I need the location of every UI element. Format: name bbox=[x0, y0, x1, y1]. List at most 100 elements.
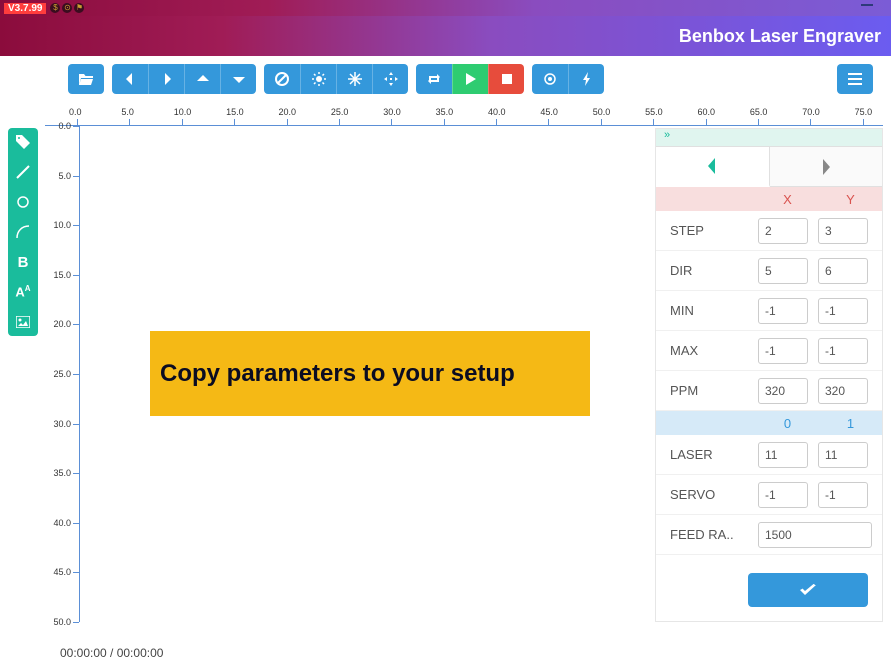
param-label: LASER bbox=[670, 447, 758, 462]
param-y-input[interactable] bbox=[818, 298, 868, 324]
xy-header: X Y bbox=[656, 187, 882, 211]
feed-rate-input[interactable] bbox=[758, 522, 872, 548]
chevron-right-icon bbox=[162, 73, 172, 85]
lightning-icon bbox=[582, 72, 592, 86]
line-tool[interactable] bbox=[16, 164, 30, 180]
ruler-h-tick: 10.0 bbox=[182, 119, 183, 125]
target-button[interactable] bbox=[532, 64, 568, 94]
panel-collapse-bar[interactable]: » bbox=[656, 129, 882, 147]
arc-tool[interactable] bbox=[16, 224, 30, 240]
chevron-up-icon bbox=[197, 74, 209, 84]
tag-tool[interactable] bbox=[16, 134, 30, 150]
ban-icon bbox=[275, 72, 289, 86]
ruler-h-tick: 60.0 bbox=[706, 119, 707, 125]
annotation-text: Copy parameters to your setup bbox=[160, 360, 515, 388]
sun-icon bbox=[312, 72, 326, 86]
col-x-label: X bbox=[756, 192, 819, 207]
ruler-h-tick: 75.0 bbox=[863, 119, 864, 125]
param-x-input[interactable] bbox=[758, 338, 808, 364]
open-button[interactable] bbox=[68, 64, 104, 94]
circle-icon bbox=[16, 195, 30, 209]
param-row: SERVO bbox=[656, 475, 882, 515]
col-0-label: 0 bbox=[756, 416, 819, 431]
titlebar-indicators: $⊙⚑ bbox=[50, 3, 84, 13]
param-label: DIR bbox=[670, 263, 758, 278]
snow-button[interactable] bbox=[336, 64, 372, 94]
file-group bbox=[68, 64, 104, 94]
chevron-down-icon bbox=[233, 74, 245, 84]
tag-icon bbox=[16, 135, 30, 149]
main-toolbar bbox=[0, 56, 891, 102]
target-icon bbox=[543, 72, 557, 86]
ruler-horizontal: 0.05.010.015.020.025.030.035.040.045.050… bbox=[45, 102, 883, 126]
snowflake-icon bbox=[348, 72, 362, 86]
ruler-v-tick: 50.0 bbox=[73, 622, 79, 623]
sun-button[interactable] bbox=[300, 64, 336, 94]
jog-right-button[interactable] bbox=[148, 64, 184, 94]
text-tool[interactable]: AA bbox=[15, 284, 30, 300]
lightning-button[interactable] bbox=[568, 64, 604, 94]
parameters-panel: » X Y STEPDIRMINMAXPPM 0 1 LASERSERVO FE… bbox=[655, 128, 883, 622]
ruler-h-tick: 45.0 bbox=[548, 119, 549, 125]
stop-icon bbox=[502, 74, 512, 84]
param-x-input[interactable] bbox=[758, 298, 808, 324]
param-x-input[interactable] bbox=[758, 258, 808, 284]
panel-tabs bbox=[656, 147, 882, 187]
ruler-h-tick: 55.0 bbox=[653, 119, 654, 125]
param-0-input[interactable] bbox=[758, 442, 808, 468]
param-y-input[interactable] bbox=[818, 378, 868, 404]
jog-up-button[interactable] bbox=[184, 64, 220, 94]
version-badge: V3.7.99 bbox=[4, 3, 46, 14]
jog-down-button[interactable] bbox=[220, 64, 256, 94]
mode-group bbox=[264, 64, 408, 94]
param-row-feed: FEED RA.. bbox=[656, 515, 882, 555]
text-icon: AA bbox=[15, 284, 30, 299]
ruler-h-tick: 30.0 bbox=[391, 119, 392, 125]
param-row: STEP bbox=[656, 211, 882, 251]
time-display: 00:00:00 / 00:00:00 bbox=[60, 646, 163, 660]
jog-left-button[interactable] bbox=[112, 64, 148, 94]
param-row: DIR bbox=[656, 251, 882, 291]
param-0-input[interactable] bbox=[758, 482, 808, 508]
arc-icon bbox=[16, 225, 30, 239]
param-label: FEED RA.. bbox=[670, 527, 758, 542]
confirm-button[interactable] bbox=[748, 573, 868, 607]
header-bar: Benbox Laser Engraver bbox=[0, 16, 891, 56]
minimize-icon[interactable] bbox=[861, 4, 873, 6]
stop-button[interactable] bbox=[488, 64, 524, 94]
param-x-input[interactable] bbox=[758, 218, 808, 244]
chevron-left-icon bbox=[706, 158, 718, 174]
param-y-input[interactable] bbox=[818, 258, 868, 284]
titlebar: V3.7.99 $⊙⚑ bbox=[0, 0, 891, 16]
param-1-input[interactable] bbox=[818, 482, 868, 508]
ruler-h-tick: 50.0 bbox=[601, 119, 602, 125]
tab-next[interactable] bbox=[770, 147, 883, 187]
move-button[interactable] bbox=[372, 64, 408, 94]
param-label: MIN bbox=[670, 303, 758, 318]
menu-button[interactable] bbox=[837, 64, 873, 94]
param-label: STEP bbox=[670, 223, 758, 238]
col-1-label: 1 bbox=[819, 416, 882, 431]
ruler-h-tick: 40.0 bbox=[496, 119, 497, 125]
param-1-input[interactable] bbox=[818, 442, 868, 468]
bold-tool[interactable]: B bbox=[18, 254, 29, 270]
circle-tool[interactable] bbox=[16, 194, 30, 210]
canvas-area[interactable]: Copy parameters to your setup bbox=[79, 126, 653, 622]
param-label: PPM bbox=[670, 383, 758, 398]
image-tool[interactable] bbox=[16, 314, 30, 330]
ruler-h-tick: 35.0 bbox=[444, 119, 445, 125]
chevron-right-icon bbox=[820, 159, 832, 175]
param-y-input[interactable] bbox=[818, 338, 868, 364]
play-button[interactable] bbox=[452, 64, 488, 94]
param-row: PPM bbox=[656, 371, 882, 411]
param-row: LASER bbox=[656, 435, 882, 475]
repeat-button[interactable] bbox=[416, 64, 452, 94]
param-y-input[interactable] bbox=[818, 218, 868, 244]
app-title: Benbox Laser Engraver bbox=[679, 26, 881, 47]
run-group bbox=[416, 64, 524, 94]
param-label: SERVO bbox=[670, 487, 758, 502]
ruler-h-tick: 70.0 bbox=[810, 119, 811, 125]
param-x-input[interactable] bbox=[758, 378, 808, 404]
tab-prev[interactable] bbox=[656, 147, 770, 187]
ban-button[interactable] bbox=[264, 64, 300, 94]
